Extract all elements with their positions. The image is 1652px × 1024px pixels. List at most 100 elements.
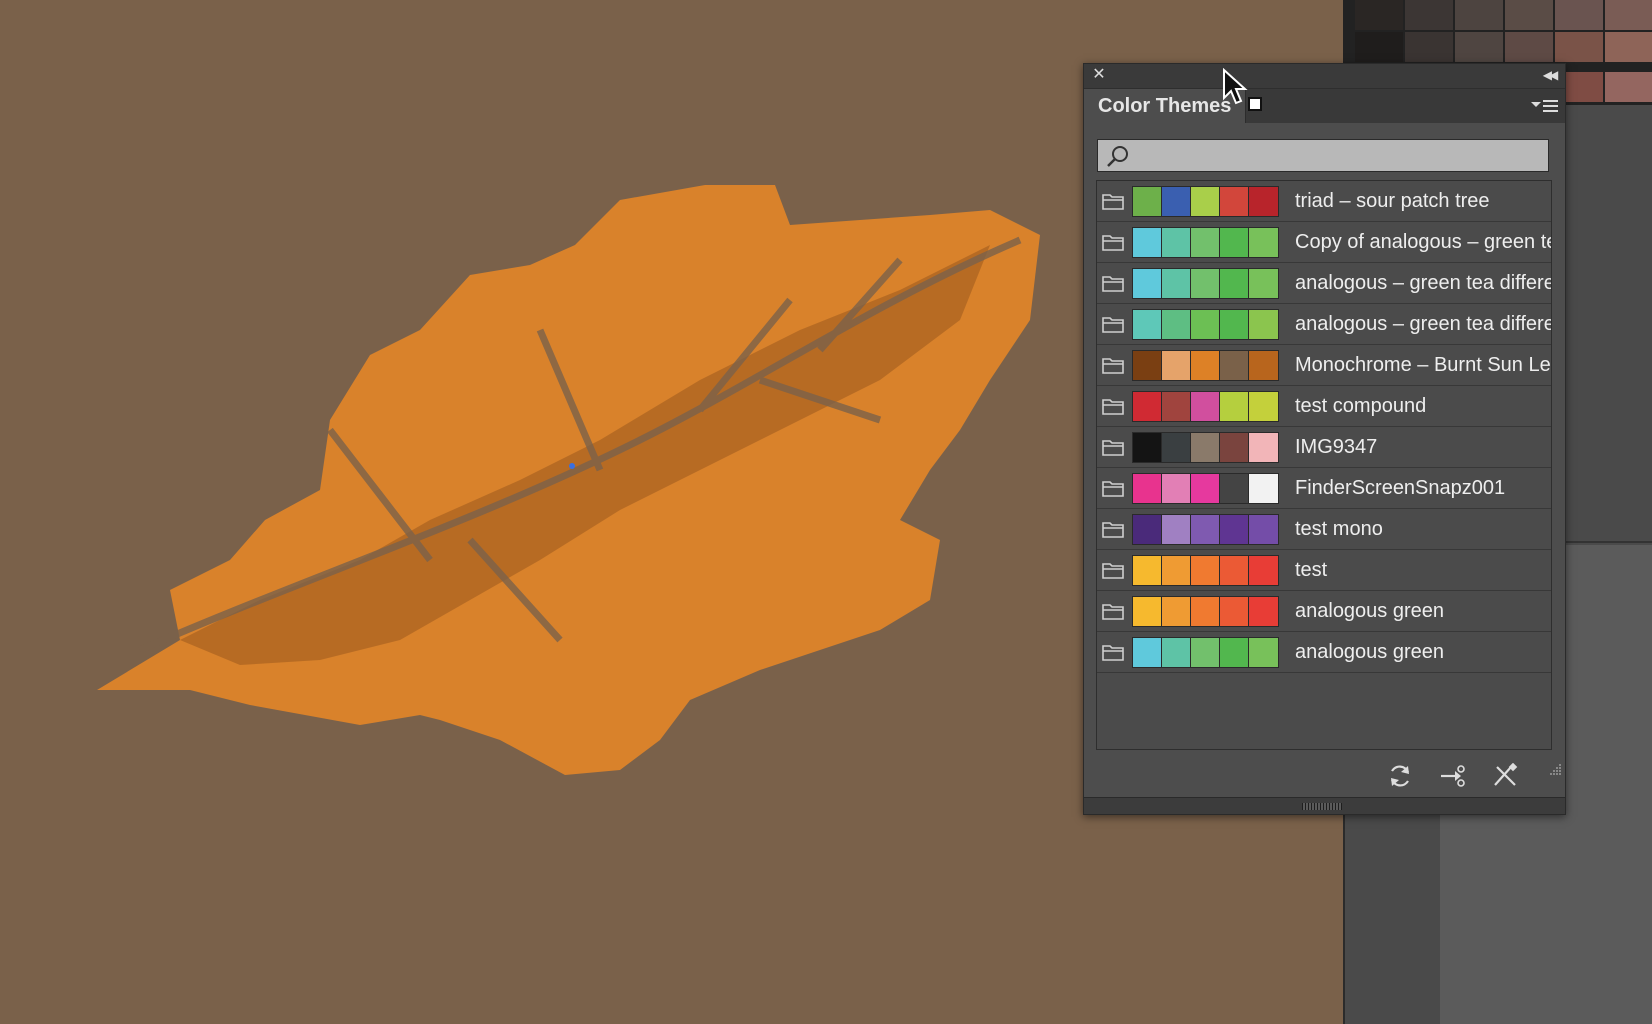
color-swatch[interactable] bbox=[1162, 596, 1191, 626]
color-swatch[interactable] bbox=[1162, 350, 1191, 380]
color-swatch[interactable] bbox=[1162, 309, 1191, 339]
theme-row[interactable]: Copy of analogous – green tea difference bbox=[1097, 222, 1551, 263]
color-swatch[interactable] bbox=[1220, 391, 1249, 421]
color-swatch[interactable] bbox=[1220, 186, 1249, 216]
color-swatch[interactable] bbox=[1133, 514, 1162, 544]
resize-grip-icon[interactable] bbox=[1548, 762, 1562, 776]
theme-row[interactable]: test bbox=[1097, 550, 1551, 591]
theme-row[interactable]: analogous green bbox=[1097, 632, 1551, 673]
color-swatch[interactable] bbox=[1220, 637, 1249, 667]
panel-bottom-grip[interactable] bbox=[1084, 797, 1565, 814]
color-swatch[interactable] bbox=[1220, 309, 1249, 339]
color-swatch[interactable] bbox=[1133, 227, 1162, 257]
color-swatch[interactable] bbox=[1191, 596, 1220, 626]
color-swatch[interactable] bbox=[1249, 637, 1278, 667]
color-swatch[interactable] bbox=[1162, 637, 1191, 667]
color-swatch[interactable] bbox=[1133, 637, 1162, 667]
theme-swatch-group[interactable] bbox=[1132, 636, 1279, 668]
color-swatch[interactable] bbox=[1249, 186, 1278, 216]
theme-swatch-group[interactable] bbox=[1132, 595, 1279, 627]
color-swatch[interactable] bbox=[1249, 350, 1278, 380]
color-swatch[interactable] bbox=[1133, 268, 1162, 298]
theme-name: triad – sour patch tree bbox=[1295, 189, 1490, 212]
search-input[interactable] bbox=[1134, 144, 1538, 168]
theme-swatch-group[interactable] bbox=[1132, 554, 1279, 586]
color-swatch[interactable] bbox=[1220, 432, 1249, 462]
color-swatch[interactable] bbox=[1220, 350, 1249, 380]
color-swatch[interactable] bbox=[1249, 391, 1278, 421]
color-swatch[interactable] bbox=[1220, 268, 1249, 298]
add-to-swatches-icon[interactable] bbox=[1439, 763, 1467, 789]
color-swatch[interactable] bbox=[1220, 227, 1249, 257]
color-swatch[interactable] bbox=[1191, 432, 1220, 462]
tab-handle-icon[interactable] bbox=[1248, 97, 1262, 111]
color-swatch[interactable] bbox=[1162, 268, 1191, 298]
color-swatch[interactable] bbox=[1191, 350, 1220, 380]
tab-color-themes[interactable]: Color Themes bbox=[1084, 89, 1247, 123]
color-swatch[interactable] bbox=[1191, 186, 1220, 216]
color-swatch[interactable] bbox=[1191, 473, 1220, 503]
double-chevron-left-icon[interactable]: ◀◀ bbox=[1539, 66, 1559, 84]
color-swatch[interactable] bbox=[1191, 268, 1220, 298]
refresh-icon[interactable] bbox=[1386, 763, 1414, 789]
color-swatch[interactable] bbox=[1191, 637, 1220, 667]
theme-swatch-group[interactable] bbox=[1132, 431, 1279, 463]
color-swatch[interactable] bbox=[1220, 473, 1249, 503]
grip-handle[interactable] bbox=[1302, 803, 1342, 810]
color-swatch[interactable] bbox=[1133, 309, 1162, 339]
panel-menu-icon[interactable] bbox=[1531, 97, 1559, 115]
color-swatch[interactable] bbox=[1162, 227, 1191, 257]
color-swatch[interactable] bbox=[1133, 432, 1162, 462]
color-swatch[interactable] bbox=[1162, 514, 1191, 544]
color-swatch[interactable] bbox=[1133, 186, 1162, 216]
theme-row[interactable]: analogous – green tea difference bbox=[1097, 304, 1551, 345]
color-swatch[interactable] bbox=[1162, 432, 1191, 462]
theme-row[interactable]: analogous – green tea difference bbox=[1097, 263, 1551, 304]
theme-row[interactable]: Monochrome – Burnt Sun Leaf bbox=[1097, 345, 1551, 386]
theme-swatch-group[interactable] bbox=[1132, 226, 1279, 258]
theme-swatch-group[interactable] bbox=[1132, 390, 1279, 422]
color-swatch[interactable] bbox=[1249, 473, 1278, 503]
color-swatch[interactable] bbox=[1191, 514, 1220, 544]
theme-swatch-group[interactable] bbox=[1132, 185, 1279, 217]
color-swatch[interactable] bbox=[1162, 391, 1191, 421]
close-icon[interactable]: ✕ bbox=[1090, 66, 1108, 84]
color-swatch[interactable] bbox=[1162, 555, 1191, 585]
theme-row[interactable]: test mono bbox=[1097, 509, 1551, 550]
color-swatch[interactable] bbox=[1249, 227, 1278, 257]
color-swatch[interactable] bbox=[1249, 309, 1278, 339]
color-swatch[interactable] bbox=[1133, 350, 1162, 380]
theme-row[interactable]: test compound bbox=[1097, 386, 1551, 427]
theme-swatch-group[interactable] bbox=[1132, 267, 1279, 299]
color-swatch[interactable] bbox=[1249, 596, 1278, 626]
theme-row[interactable]: FinderScreenSnapz001 bbox=[1097, 468, 1551, 509]
color-swatch[interactable] bbox=[1133, 555, 1162, 585]
color-swatch[interactable] bbox=[1220, 514, 1249, 544]
theme-swatch-group[interactable] bbox=[1132, 513, 1279, 545]
delete-theme-icon[interactable] bbox=[1491, 763, 1519, 789]
theme-name: Monochrome – Burnt Sun Leaf bbox=[1295, 353, 1551, 376]
theme-swatch-group[interactable] bbox=[1132, 349, 1279, 381]
color-swatch[interactable] bbox=[1249, 268, 1278, 298]
color-swatch[interactable] bbox=[1191, 391, 1220, 421]
theme-row[interactable]: triad – sour patch tree bbox=[1097, 181, 1551, 222]
color-swatch[interactable] bbox=[1220, 555, 1249, 585]
theme-row[interactable]: IMG9347 bbox=[1097, 427, 1551, 468]
panel-titlebar[interactable]: ✕ ◀◀ bbox=[1084, 64, 1565, 89]
color-swatch[interactable] bbox=[1191, 227, 1220, 257]
color-swatch[interactable] bbox=[1191, 555, 1220, 585]
color-swatch[interactable] bbox=[1133, 596, 1162, 626]
color-swatch[interactable] bbox=[1249, 555, 1278, 585]
color-swatch[interactable] bbox=[1249, 432, 1278, 462]
color-swatch[interactable] bbox=[1162, 473, 1191, 503]
color-swatch[interactable] bbox=[1162, 186, 1191, 216]
anchor-point bbox=[569, 463, 575, 469]
theme-row[interactable]: analogous green bbox=[1097, 591, 1551, 632]
color-swatch[interactable] bbox=[1249, 514, 1278, 544]
color-swatch[interactable] bbox=[1133, 473, 1162, 503]
color-swatch[interactable] bbox=[1191, 309, 1220, 339]
theme-swatch-group[interactable] bbox=[1132, 308, 1279, 340]
color-swatch[interactable] bbox=[1133, 391, 1162, 421]
theme-swatch-group[interactable] bbox=[1132, 472, 1279, 504]
color-swatch[interactable] bbox=[1220, 596, 1249, 626]
